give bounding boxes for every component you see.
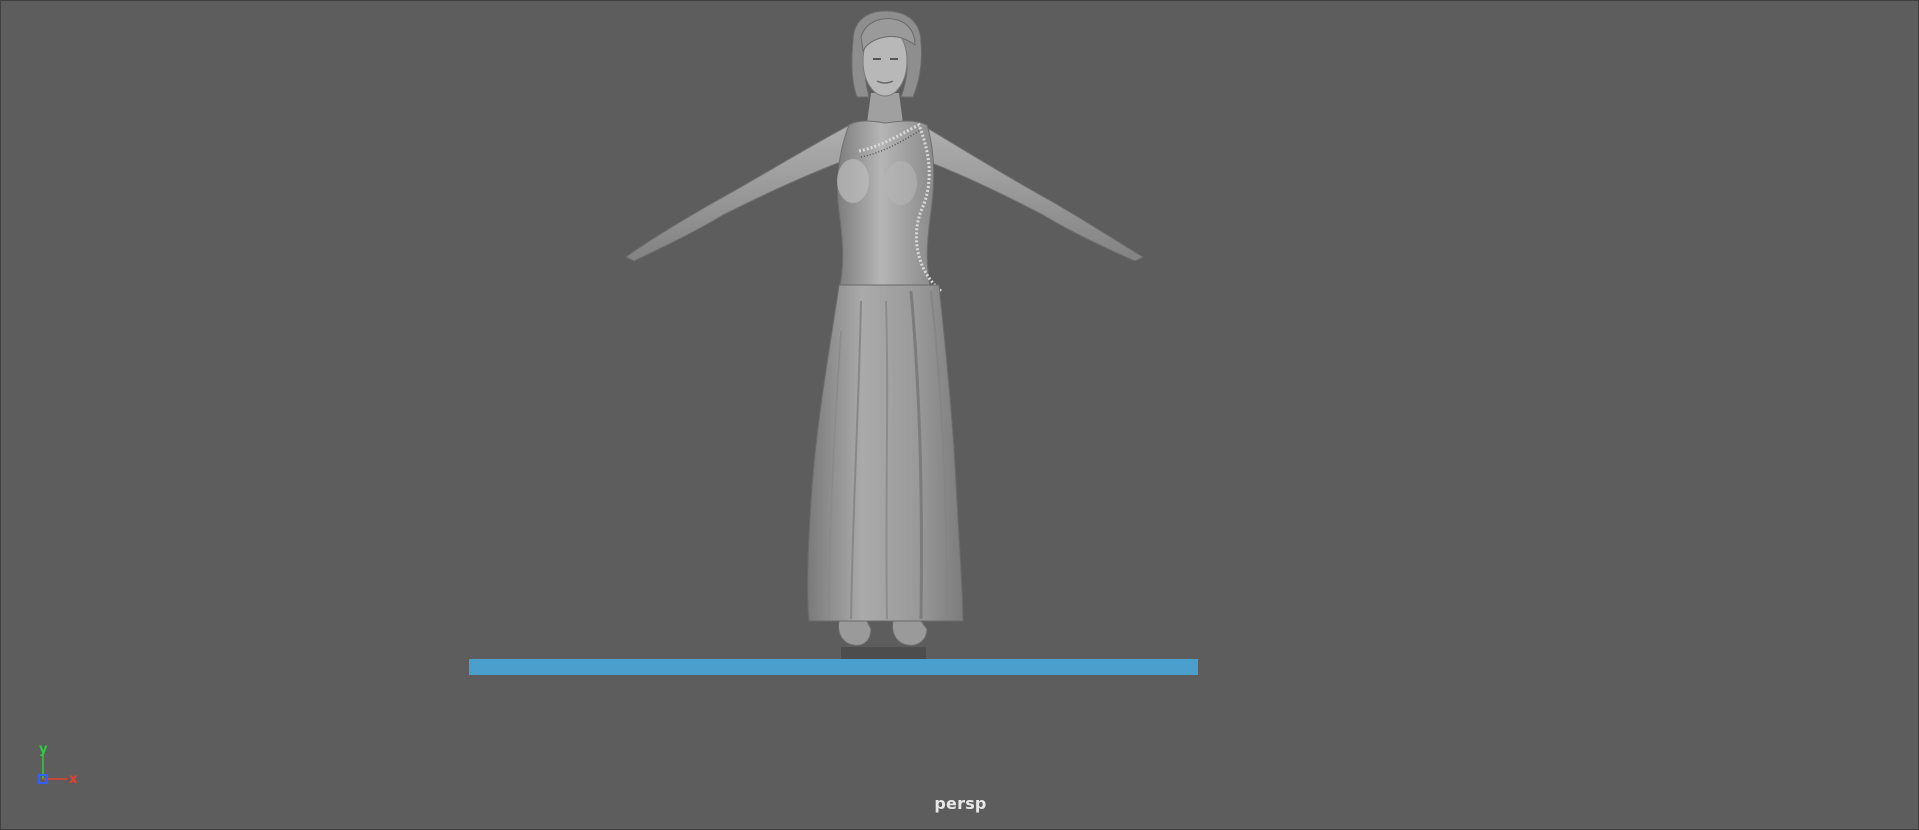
axis-gizmo: y x: [38, 742, 78, 787]
right-shoe: [892, 620, 928, 646]
right-arm: [918, 122, 1145, 262]
left-arm: [625, 122, 854, 262]
x-axis-label: x: [69, 772, 78, 787]
model-base-shadow: [841, 647, 926, 659]
torso: [837, 120, 935, 292]
left-shoe: [838, 620, 872, 646]
neck: [867, 93, 903, 123]
character-model[interactable]: [1, 1, 1919, 830]
camera-name-label: persp: [934, 794, 987, 813]
y-axis-label: y: [39, 742, 48, 757]
3d-viewport[interactable]: y x persp: [0, 0, 1919, 830]
ground-plane[interactable]: [469, 659, 1198, 675]
dress: [807, 284, 964, 622]
